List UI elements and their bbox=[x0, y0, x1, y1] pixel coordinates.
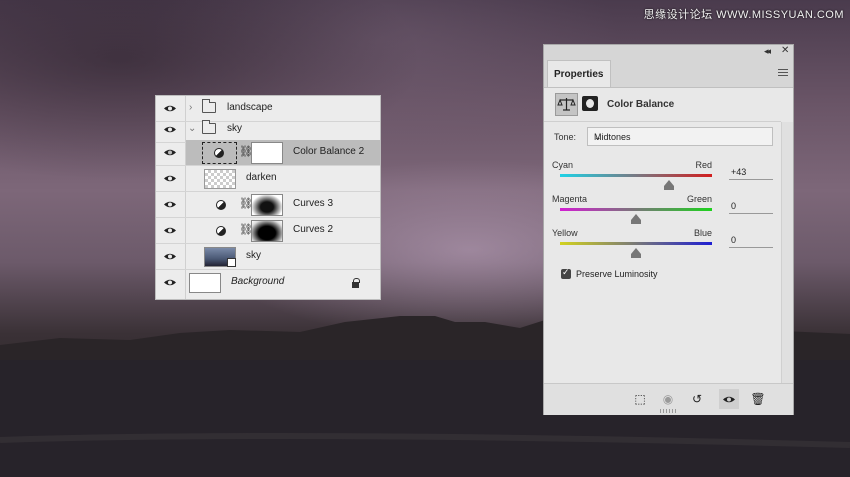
slider-right-label: Green bbox=[686, 194, 712, 204]
reset-icon[interactable]: ↺ bbox=[687, 389, 707, 409]
tone-dropdown[interactable]: Midtones ⌄ bbox=[587, 127, 773, 146]
slider-left-label: Magenta bbox=[552, 194, 588, 204]
adjustment-title: Color Balance bbox=[607, 99, 675, 110]
slider-track[interactable] bbox=[560, 242, 712, 245]
divider bbox=[544, 121, 781, 122]
slider-right-label: Blue bbox=[693, 228, 712, 238]
preserve-luminosity-label: Preserve Luminosity bbox=[576, 269, 658, 279]
folder-icon bbox=[202, 99, 216, 113]
view-previous-icon[interactable]: ◉ bbox=[658, 389, 678, 409]
eye-icon[interactable] bbox=[163, 251, 177, 262]
eye-icon[interactable] bbox=[163, 277, 177, 288]
color-balance-icon[interactable] bbox=[555, 93, 578, 116]
eye-icon[interactable] bbox=[163, 225, 177, 236]
chevron-down-icon: ⌄ bbox=[594, 132, 602, 142]
adjustment-icon bbox=[214, 148, 224, 158]
eye-icon[interactable] bbox=[163, 173, 177, 184]
panel-menu-icon[interactable] bbox=[778, 69, 788, 76]
layer-name: sky bbox=[227, 123, 242, 134]
slider-left-label: Cyan bbox=[552, 160, 574, 170]
properties-panel: ◂◂ ✕ Properties Color Balance Tone: Midt… bbox=[543, 44, 794, 415]
layer-row-curves-3[interactable]: ⛓ Curves 3 bbox=[156, 192, 380, 218]
panel-title-bar[interactable] bbox=[544, 45, 793, 58]
eye-icon[interactable] bbox=[163, 147, 177, 158]
mask-icon[interactable] bbox=[582, 96, 598, 111]
layer-name: Curves 2 bbox=[293, 224, 334, 235]
layer-row-color-balance-2[interactable]: ⛓ Color Balance 2 bbox=[156, 140, 380, 166]
scale-icon bbox=[557, 98, 576, 111]
slider-value-field[interactable]: 0 bbox=[729, 234, 773, 248]
tone-label: Tone: bbox=[554, 132, 577, 142]
layer-mask-thumbnail[interactable] bbox=[251, 194, 283, 216]
watermark-text: 思缘设计论坛 WWW.MISSYUAN.COM bbox=[643, 9, 844, 21]
slider-right-label: Red bbox=[695, 160, 712, 170]
lock-icon bbox=[352, 278, 360, 288]
layer-mask-thumbnail[interactable] bbox=[251, 142, 283, 164]
tab-properties[interactable]: Properties bbox=[547, 60, 611, 87]
close-icon[interactable]: ✕ bbox=[781, 45, 789, 56]
slider-thumb[interactable] bbox=[631, 214, 641, 224]
adjustment-icon[interactable] bbox=[216, 200, 226, 210]
slider-track[interactable] bbox=[560, 208, 712, 211]
folder-icon bbox=[202, 120, 216, 134]
eye-icon[interactable] bbox=[163, 103, 177, 114]
layer-thumbnail[interactable] bbox=[204, 169, 236, 189]
layer-row-sky-smart-object[interactable]: sky bbox=[156, 244, 380, 270]
layer-row-background[interactable]: Background bbox=[156, 270, 380, 298]
smart-object-icon bbox=[227, 258, 236, 267]
slider-value-field[interactable]: +43 bbox=[729, 166, 773, 180]
layer-row-curves-2[interactable]: ⛓ Curves 2 bbox=[156, 218, 380, 244]
chevron-right-icon[interactable]: › bbox=[189, 102, 192, 113]
slider-left-label: Yellow bbox=[552, 228, 578, 238]
layer-name: landscape bbox=[227, 102, 273, 113]
slider-thumb[interactable] bbox=[631, 248, 641, 258]
slider-value-field[interactable]: 0 bbox=[729, 200, 773, 214]
adjustment-icon[interactable] bbox=[216, 226, 226, 236]
layers-panel: › landscape ⌄ sky ⛓ Color Balance 2 dark… bbox=[155, 95, 381, 300]
layer-name: Color Balance 2 bbox=[293, 146, 365, 157]
tab-label: Properties bbox=[554, 69, 604, 80]
trash-icon[interactable]: 🗑 bbox=[748, 389, 768, 409]
layer-name: Curves 3 bbox=[293, 198, 334, 209]
eye-icon[interactable] bbox=[163, 124, 177, 135]
adjustment-thumbnail[interactable] bbox=[202, 142, 237, 164]
tab-bar: Properties bbox=[544, 58, 793, 88]
chevron-down-icon[interactable]: ⌄ bbox=[188, 123, 196, 134]
slider-thumb[interactable] bbox=[663, 180, 674, 190]
layer-name: darken bbox=[246, 172, 277, 183]
preserve-luminosity-checkbox[interactable] bbox=[561, 267, 571, 279]
scrollbar[interactable] bbox=[781, 122, 793, 384]
layer-name: Background bbox=[231, 276, 285, 287]
layer-mask-thumbnail[interactable] bbox=[251, 220, 283, 242]
layer-row-darken[interactable]: darken bbox=[156, 166, 380, 192]
bottom-toolbar: ⬚ ◉ ↺ 🗑 bbox=[544, 383, 793, 415]
visibility-icon[interactable] bbox=[719, 389, 739, 409]
collapse-icon[interactable]: ◂◂ bbox=[764, 46, 771, 57]
layer-name: sky bbox=[246, 250, 261, 261]
slider-track[interactable] bbox=[560, 174, 712, 177]
layer-thumbnail[interactable] bbox=[189, 273, 221, 293]
clip-to-layer-icon[interactable]: ⬚ bbox=[630, 389, 650, 409]
eye-icon[interactable] bbox=[163, 199, 177, 210]
resize-grip[interactable] bbox=[660, 409, 678, 413]
